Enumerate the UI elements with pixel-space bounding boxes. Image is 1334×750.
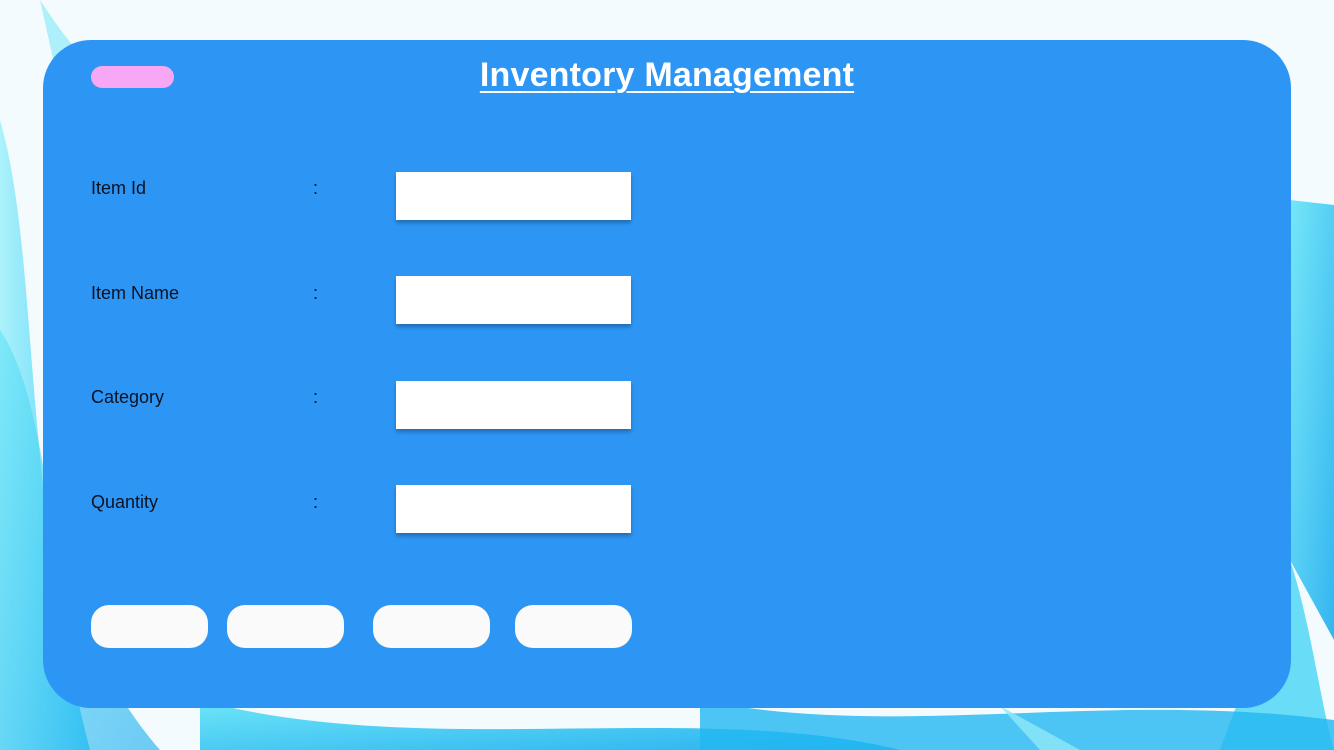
main-panel: Inventory Management Item Id : Item Name… <box>43 40 1291 708</box>
item-id-label: Item Id <box>91 178 147 198</box>
quantity-label: Quantity <box>91 492 159 512</box>
quantity-colon: : <box>313 492 319 512</box>
page-title: Inventory Management <box>479 56 855 94</box>
item-name-colon: : <box>313 283 319 303</box>
action-button-2[interactable] <box>227 605 344 648</box>
action-button-1[interactable] <box>91 605 208 648</box>
item-name-label: Item Name <box>91 283 180 303</box>
category-colon: : <box>313 387 319 407</box>
quantity-input[interactable] <box>396 485 631 533</box>
item-id-colon: : <box>313 178 319 198</box>
category-label: Category <box>91 387 165 407</box>
action-button-4[interactable] <box>515 605 632 648</box>
item-id-input[interactable] <box>396 172 631 220</box>
item-name-input[interactable] <box>396 276 631 324</box>
category-input[interactable] <box>396 381 631 429</box>
action-button-3[interactable] <box>373 605 490 648</box>
